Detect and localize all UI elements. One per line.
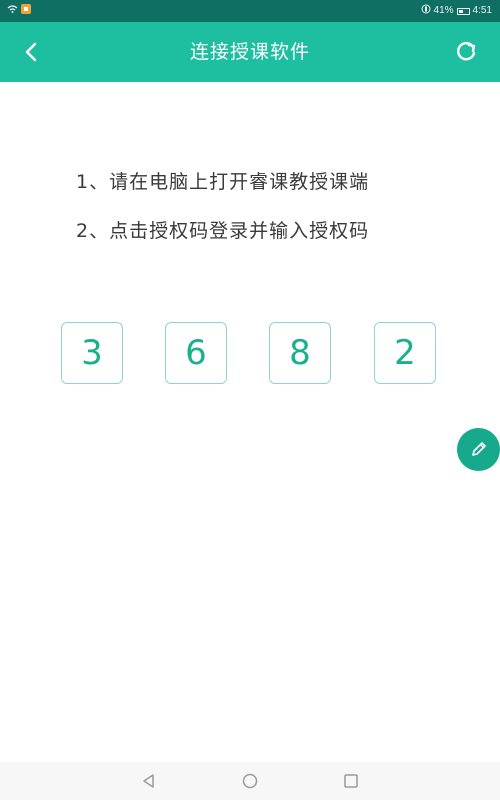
wifi-icon bbox=[7, 4, 18, 14]
nav-home-button[interactable] bbox=[239, 770, 261, 792]
status-bar: 41% 4:51 bbox=[0, 0, 500, 22]
app-bar: 连接授课软件 bbox=[0, 22, 500, 82]
back-button[interactable] bbox=[14, 34, 50, 70]
auth-code-digit: 6 bbox=[165, 322, 227, 384]
chevron-left-icon bbox=[25, 42, 37, 62]
nav-back-button[interactable] bbox=[138, 770, 160, 792]
square-recent-icon bbox=[344, 774, 358, 788]
edit-button[interactable] bbox=[457, 428, 500, 471]
battery-level bbox=[458, 9, 463, 13]
refresh-button[interactable] bbox=[448, 34, 484, 70]
instruction-list: 1、请在电脑上打开睿课教授课端 2、点击授权码登录并输入授权码 bbox=[0, 168, 500, 266]
vibrate-icon bbox=[421, 4, 431, 18]
system-navigation-bar bbox=[0, 762, 500, 800]
notification-app-icon bbox=[21, 4, 32, 14]
pencil-icon bbox=[472, 442, 486, 456]
instruction-step-2: 2、点击授权码登录并输入授权码 bbox=[76, 220, 370, 242]
auth-code-digit: 8 bbox=[269, 322, 331, 384]
nav-recent-button[interactable] bbox=[340, 770, 362, 792]
instruction-step-1: 1、请在电脑上打开睿课教授课端 bbox=[76, 171, 370, 193]
battery-percent: 41% bbox=[433, 5, 454, 16]
circle-home-icon bbox=[242, 773, 258, 789]
battery-icon bbox=[456, 7, 470, 15]
status-system: 41% 4:51 bbox=[421, 4, 492, 18]
triangle-back-icon bbox=[143, 774, 154, 788]
status-time: 4:51 bbox=[472, 5, 492, 16]
refresh-icon bbox=[457, 42, 476, 61]
auth-code-digit: 2 bbox=[374, 322, 436, 384]
auth-code-display: 3 6 8 2 bbox=[61, 322, 441, 386]
auth-code-digit: 3 bbox=[61, 322, 123, 384]
page-title: 连接授课软件 bbox=[189, 41, 310, 63]
status-notifications bbox=[7, 4, 32, 14]
